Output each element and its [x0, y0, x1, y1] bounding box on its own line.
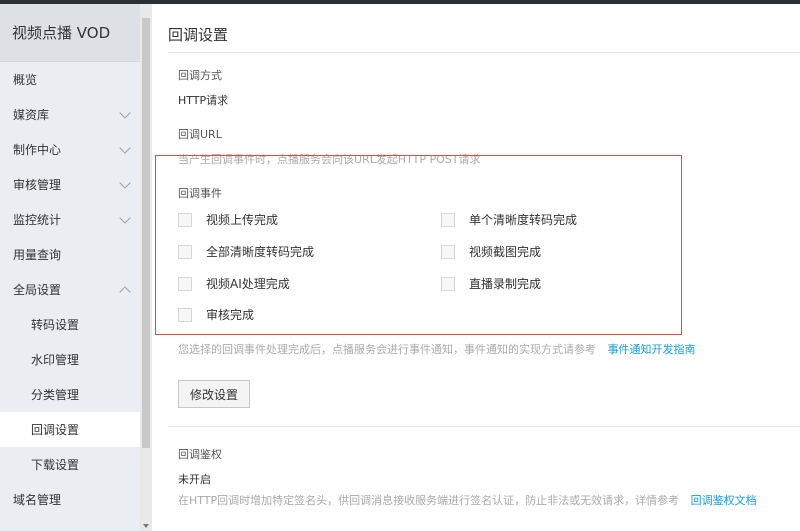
sidebar-item-review[interactable]: 审核管理 — [0, 167, 140, 202]
sidebar-item-label: 审核管理 — [13, 178, 62, 192]
event-option-single-transcode[interactable]: 单个清晰度转码完成 — [441, 211, 577, 228]
sidebar-brand: 视频点播 VOD — [0, 4, 140, 62]
callback-auth-value: 未开启 — [178, 473, 211, 486]
sidebar: 视频点播 VOD 概览 媒资库 制作中心 审核管理 监控统计 用量查询 全局设置… — [0, 4, 140, 531]
sidebar-item-watermark[interactable]: 水印管理 — [0, 342, 140, 377]
checkbox[interactable] — [441, 276, 455, 291]
callback-method-value: HTTP请求 — [178, 94, 229, 107]
sidebar-item-label: 制作中心 — [13, 143, 62, 157]
checkbox[interactable] — [178, 212, 192, 227]
event-notify-guide-link[interactable]: 事件通知开发指南 — [608, 343, 696, 356]
callback-auth-doc-link[interactable]: 回调鉴权文档 — [691, 494, 757, 507]
sidebar-item-label: 域名管理 — [13, 493, 62, 507]
sidebar-menu: 概览 媒资库 制作中心 审核管理 监控统计 用量查询 全局设置 转码设置 水印管… — [0, 62, 140, 517]
callback-auth-help: 在HTTP回调时增加特定签名头，供回调消息接收服务端进行签名认证，防止非法或无效… — [178, 492, 757, 508]
callback-url-label: 回调URL — [178, 128, 222, 141]
sidebar-item-global-settings[interactable]: 全局设置 — [0, 272, 140, 307]
sidebar-item-domains[interactable]: 域名管理 — [0, 482, 140, 517]
sidebar-item-transcode-settings[interactable]: 转码设置 — [0, 307, 140, 342]
sidebar-item-download-settings[interactable]: 下载设置 — [0, 447, 140, 482]
chevron-down-icon — [119, 212, 131, 224]
event-option-label: 全部清晰度转码完成 — [206, 245, 315, 259]
chevron-up-icon — [119, 286, 131, 298]
callback-events-help: 您选择的回调事件处理完成后，点播服务会进行事件通知，事件通知的实现方式请参考 事… — [178, 341, 696, 357]
divider — [168, 52, 800, 53]
scroll-down-arrow-icon[interactable] — [143, 524, 149, 528]
chevron-down-icon — [119, 142, 131, 154]
event-option-label: 视频AI处理完成 — [206, 277, 290, 291]
checkbox[interactable] — [178, 244, 192, 259]
checkbox[interactable] — [178, 307, 192, 322]
sidebar-item-categories[interactable]: 分类管理 — [0, 377, 140, 412]
sidebar-scrollbar[interactable] — [140, 4, 152, 531]
event-option-label: 视频上传完成 — [206, 213, 279, 227]
page-title: 回调设置 — [168, 26, 229, 44]
scrollbar-thumb[interactable] — [142, 18, 150, 448]
sidebar-item-label: 分类管理 — [31, 388, 80, 402]
event-option-label: 审核完成 — [206, 308, 255, 322]
sidebar-item-monitoring[interactable]: 监控统计 — [0, 202, 140, 237]
sidebar-item-label: 媒资库 — [13, 108, 50, 122]
event-option-all-transcode[interactable]: 全部清晰度转码完成 — [178, 243, 314, 260]
sidebar-item-label: 全局设置 — [13, 283, 62, 297]
sidebar-item-media-library[interactable]: 媒资库 — [0, 97, 140, 132]
checkbox[interactable] — [441, 244, 455, 259]
sidebar-item-label: 监控统计 — [13, 213, 62, 227]
chevron-down-icon — [119, 177, 131, 189]
checkbox[interactable] — [178, 276, 192, 291]
callback-events-label: 回调事件 — [178, 187, 222, 200]
callback-method-label: 回调方式 — [178, 69, 222, 82]
event-option-label: 视频截图完成 — [469, 245, 542, 259]
event-option-review[interactable]: 审核完成 — [178, 306, 254, 323]
sidebar-item-label: 转码设置 — [31, 318, 80, 332]
callback-auth-label: 回调鉴权 — [178, 448, 222, 461]
sidebar-item-callback-settings[interactable]: 回调设置 — [0, 412, 140, 447]
sidebar-item-label: 概览 — [13, 73, 38, 87]
divider — [168, 426, 800, 427]
event-option-label: 直播录制完成 — [469, 277, 542, 291]
sidebar-item-label: 回调设置 — [31, 423, 80, 437]
event-option-live-recording[interactable]: 直播录制完成 — [441, 275, 541, 292]
sidebar-item-label: 下载设置 — [31, 458, 80, 472]
events-help-text: 您选择的回调事件处理完成后，点播服务会进行事件通知，事件通知的实现方式请参考 — [178, 343, 596, 356]
chevron-down-icon — [119, 107, 131, 119]
event-option-ai-processing[interactable]: 视频AI处理完成 — [178, 275, 290, 292]
sidebar-item-label: 水印管理 — [31, 353, 80, 367]
event-option-snapshot[interactable]: 视频截图完成 — [441, 243, 541, 260]
modify-settings-button[interactable]: 修改设置 — [178, 380, 250, 408]
sidebar-item-production[interactable]: 制作中心 — [0, 132, 140, 167]
sidebar-item-usage[interactable]: 用量查询 — [0, 237, 140, 272]
auth-help-text: 在HTTP回调时增加特定签名头，供回调消息接收服务端进行签名认证，防止非法或无效… — [178, 494, 680, 507]
sidebar-item-overview[interactable]: 概览 — [0, 62, 140, 97]
sidebar-item-label: 用量查询 — [13, 248, 62, 262]
event-option-upload[interactable]: 视频上传完成 — [178, 211, 278, 228]
event-option-label: 单个清晰度转码完成 — [469, 213, 578, 227]
checkbox[interactable] — [441, 212, 455, 227]
